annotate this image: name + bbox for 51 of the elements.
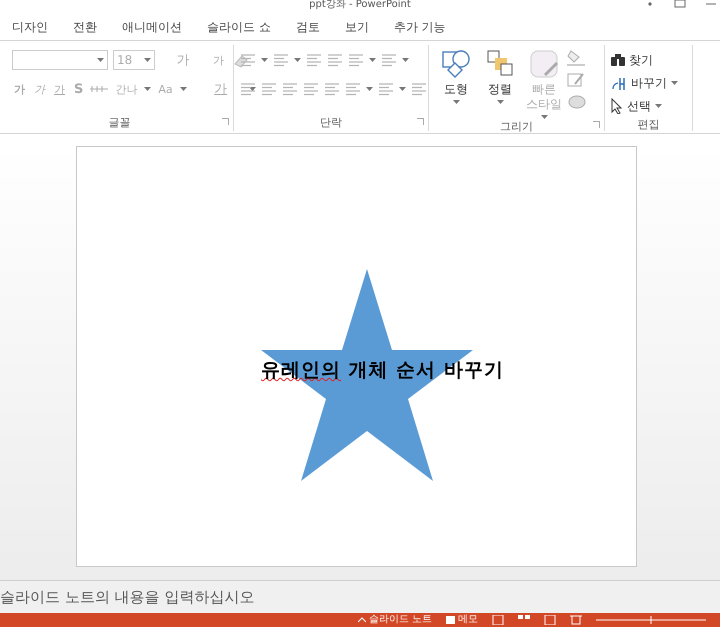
replace-icon [611, 75, 627, 91]
caret-icon [180, 87, 187, 91]
restore-icon [674, 0, 686, 8]
ribbon-tab[interactable]: 보기 [332, 18, 382, 36]
ribbon-tab[interactable]: 전환 [61, 18, 110, 36]
binoculars-icon [611, 54, 625, 66]
dialog-launcher-icon [417, 118, 424, 125]
group-label: 그리기 [500, 119, 533, 134]
caret-icon [655, 104, 662, 108]
normal-view-icon [492, 615, 504, 625]
shapes-icon [441, 49, 471, 79]
caret-icon [452, 100, 460, 104]
ribbon-tab[interactable]: 검토 [284, 18, 333, 36]
reading-view-icon [544, 615, 556, 625]
arrange-button[interactable]: 정렬 [479, 49, 521, 104]
ribbon-tab[interactable]: 추가 기능 [382, 18, 459, 36]
caret-icon [402, 58, 409, 62]
caret-icon [671, 81, 678, 85]
group-label: 단락 [320, 114, 342, 130]
dialog-launcher-icon [222, 118, 229, 125]
zoom-slider-icon [596, 615, 706, 625]
shape-button[interactable]: 도형 [435, 49, 477, 104]
ribbon-tab[interactable]: 슬라이드 쇼 [195, 18, 284, 36]
dialog-launcher-icon [593, 121, 600, 128]
caret-icon [294, 58, 301, 62]
find-button[interactable]: 찾기 [611, 49, 678, 71]
help-icon [646, 0, 654, 8]
group-label: 글꼴 [108, 114, 130, 130]
caret-icon [366, 87, 373, 91]
comment-icon [446, 616, 455, 624]
caret-icon [144, 58, 151, 62]
caret-icon [97, 58, 104, 62]
caret-icon [496, 100, 504, 104]
ribbon-tab[interactable]: 애니메이션 [110, 18, 195, 36]
comments-button[interactable]: 메모 [446, 615, 478, 625]
caret-icon [261, 58, 268, 62]
strikethrough-icon [90, 84, 108, 94]
caret-icon [369, 58, 376, 62]
group-label: 편집 [638, 117, 660, 132]
notes-button[interactable]: 슬라이드 노트 [358, 615, 432, 625]
quick-style-icon [529, 49, 559, 79]
caret-icon [399, 87, 406, 91]
caret-icon [540, 115, 548, 119]
cursor-icon [611, 98, 623, 114]
notes-icon [358, 616, 366, 624]
replace-button[interactable]: 바꾸기 [611, 72, 678, 94]
caret-icon [144, 87, 152, 91]
slideshow-icon [570, 615, 582, 625]
ribbon-tab[interactable]: 디자인 [0, 18, 61, 36]
select-button[interactable]: 선택 [611, 95, 678, 117]
caret-icon [248, 87, 256, 91]
